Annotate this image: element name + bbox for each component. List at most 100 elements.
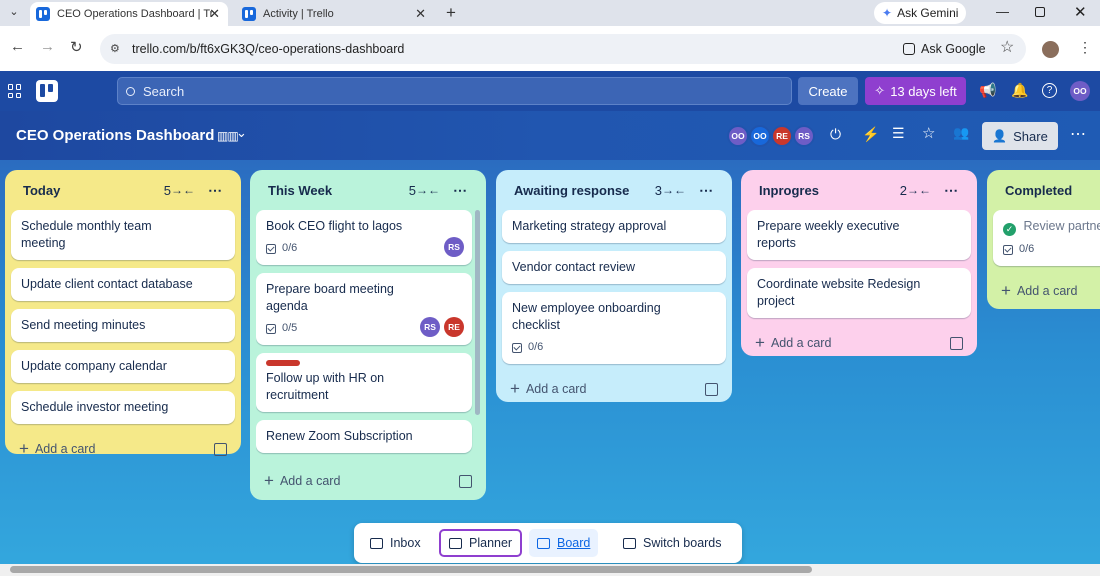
board-menu-icon[interactable]: ⋯	[1070, 124, 1087, 144]
list-scrollbar[interactable]	[475, 210, 480, 415]
board-horizontal-scrollbar[interactable]	[0, 564, 1100, 576]
card-member-avatar[interactable]: RS	[420, 317, 440, 337]
share-button[interactable]: 👤 Share	[982, 122, 1058, 150]
create-button[interactable]: Create	[798, 77, 858, 105]
add-card-button[interactable]: + Add a card	[502, 372, 726, 406]
card[interactable]: Update client contact database	[11, 268, 235, 301]
workspace-visibility-icon[interactable]: 👥	[953, 125, 969, 141]
star-board-icon[interactable]: ☆	[922, 124, 935, 142]
list-menu-icon[interactable]: ⋯	[699, 182, 714, 199]
inbox-label: Inbox	[390, 536, 421, 550]
search-input[interactable]: Search	[117, 77, 792, 105]
list-menu-icon[interactable]: ⋯	[208, 182, 223, 199]
member-avatar[interactable]: OO	[727, 125, 749, 147]
minimize-window-icon[interactable]: —	[996, 4, 1009, 19]
card[interactable]: Schedule investor meeting	[11, 391, 235, 424]
close-tab-icon[interactable]: ✕	[415, 6, 426, 22]
member-avatar[interactable]: OO	[749, 125, 771, 147]
card-template-icon[interactable]	[950, 336, 963, 350]
collapse-list-icon[interactable]: →←	[416, 183, 440, 197]
power-ups-icon[interactable]: ⏻	[830, 126, 841, 143]
board-title[interactable]: CEO Operations Dashboard	[16, 127, 214, 144]
card-title: Schedule monthly team meeting	[21, 219, 152, 250]
add-card-button[interactable]: + Add a card	[256, 464, 480, 498]
trello-logo-icon[interactable]	[36, 80, 58, 102]
list-header[interactable]: Awaiting response 3 →← ⋯	[502, 170, 726, 210]
card-template-icon[interactable]	[705, 382, 718, 396]
card[interactable]: Prepare weekly executive reports	[747, 210, 971, 260]
scrollbar-thumb[interactable]	[10, 566, 812, 573]
card[interactable]: Book CEO flight to lagos 0/6 RS	[256, 210, 472, 265]
reload-icon[interactable]: ↻	[70, 38, 83, 56]
card[interactable]: Follow up with HR on recruitment	[256, 353, 472, 412]
card-title: Vendor contact review	[512, 260, 635, 274]
card[interactable]: Prepare board meeting agenda 0/5 RS RE	[256, 273, 472, 345]
collapse-list-icon[interactable]: →←	[171, 183, 195, 197]
megaphone-icon[interactable]: 📢	[979, 82, 996, 99]
member-avatar[interactable]: RS	[793, 125, 815, 147]
chevron-down-icon[interactable]: ⌄	[236, 125, 247, 141]
profile-avatar[interactable]	[1042, 41, 1059, 58]
filter-icon[interactable]: ☰	[892, 125, 905, 142]
card-member-avatar[interactable]: RS	[444, 237, 464, 257]
add-card-button[interactable]: + Add a card	[747, 326, 971, 360]
checklist-icon	[512, 342, 522, 353]
app-switcher-icon[interactable]	[8, 84, 22, 98]
browser-menu-icon[interactable]: ⋮	[1078, 39, 1092, 56]
card[interactable]: Send meeting minutes	[11, 309, 235, 342]
site-info-icon[interactable]: ⚙	[110, 42, 120, 55]
bottom-view-switcher: Inbox Planner Board Switch boards	[354, 523, 742, 563]
list-menu-icon[interactable]: ⋯	[944, 182, 959, 199]
card-member-avatar[interactable]: RE	[444, 317, 464, 337]
help-icon[interactable]: ?	[1042, 83, 1057, 98]
list-header[interactable]: Today 5 →← ⋯	[11, 170, 235, 210]
list-card-count: 3	[654, 182, 662, 198]
add-card-button[interactable]: + Add a card	[993, 274, 1100, 308]
card[interactable]: Renew Zoom Subscription	[256, 420, 472, 453]
inbox-button[interactable]: Inbox	[362, 529, 429, 557]
card[interactable]: Coordinate website Redesign project	[747, 268, 971, 318]
collapse-list-icon[interactable]: →←	[662, 183, 686, 197]
card[interactable]: Vendor contact review	[502, 251, 726, 284]
tab-search-chevron-icon[interactable]: ⌄	[6, 5, 22, 21]
switch-boards-button[interactable]: Switch boards	[615, 529, 730, 557]
add-card-label: Add a card	[1016, 284, 1078, 298]
add-card-button[interactable]: + Add a card	[11, 432, 235, 466]
list-menu-icon[interactable]: ⋯	[453, 182, 468, 199]
list-header[interactable]: Inprogres 2 →← ⋯	[747, 170, 971, 210]
list-header[interactable]: Completed	[993, 170, 1100, 210]
address-bar[interactable]: ⚙ trello.com/b/ft6xGK3Q/ceo-operations-d…	[100, 34, 1026, 64]
member-avatar[interactable]: RE	[771, 125, 793, 147]
card-template-icon[interactable]	[214, 442, 227, 456]
forward-icon[interactable]: →	[40, 38, 55, 55]
new-tab-button[interactable]: +	[446, 3, 456, 23]
card-title: New employee onboarding checklist	[512, 301, 661, 332]
ask-gemini-button[interactable]: ✦ Ask Gemini	[874, 2, 966, 24]
restore-window-icon[interactable]	[1035, 7, 1045, 17]
complete-check-icon[interactable]: ✓	[1003, 223, 1016, 236]
card[interactable]: Schedule monthly team meeting	[11, 210, 235, 260]
trial-days-button[interactable]: ✧ 13 days left	[865, 77, 966, 105]
back-icon[interactable]: ←	[10, 38, 25, 55]
board-view-icon[interactable]: ▥▥	[217, 129, 239, 143]
bookmark-star-icon[interactable]: ☆	[1000, 37, 1014, 57]
card-template-icon[interactable]	[459, 474, 472, 488]
browser-tab-ceo-dashboard[interactable]: CEO Operations Dashboard | Tr ✕	[30, 2, 228, 26]
close-tab-icon[interactable]: ✕	[209, 6, 220, 22]
automation-icon[interactable]: ⚡	[862, 126, 879, 143]
list-completed: Completed ✓ Review partne 0/6 + Add a ca…	[987, 170, 1100, 309]
add-card-label: Add a card	[770, 336, 832, 350]
browser-tab-activity[interactable]: Activity | Trello ✕	[236, 2, 434, 26]
card[interactable]: ✓ Review partne 0/6	[993, 210, 1100, 266]
ask-google-button[interactable]: Ask Google	[903, 34, 986, 64]
collapse-list-icon[interactable]: →←	[907, 183, 931, 197]
list-header[interactable]: This Week 5 →← ⋯	[256, 170, 480, 210]
board-button[interactable]: Board	[529, 529, 599, 557]
card[interactable]: Marketing strategy approval	[502, 210, 726, 243]
card[interactable]: Update company calendar	[11, 350, 235, 383]
card[interactable]: New employee onboarding checklist 0/6	[502, 292, 726, 364]
user-avatar[interactable]: OO	[1070, 81, 1090, 101]
notifications-bell-icon[interactable]: 🔔	[1011, 82, 1028, 99]
close-window-icon[interactable]: ✕	[1074, 3, 1087, 21]
planner-button[interactable]: Planner	[439, 529, 523, 557]
